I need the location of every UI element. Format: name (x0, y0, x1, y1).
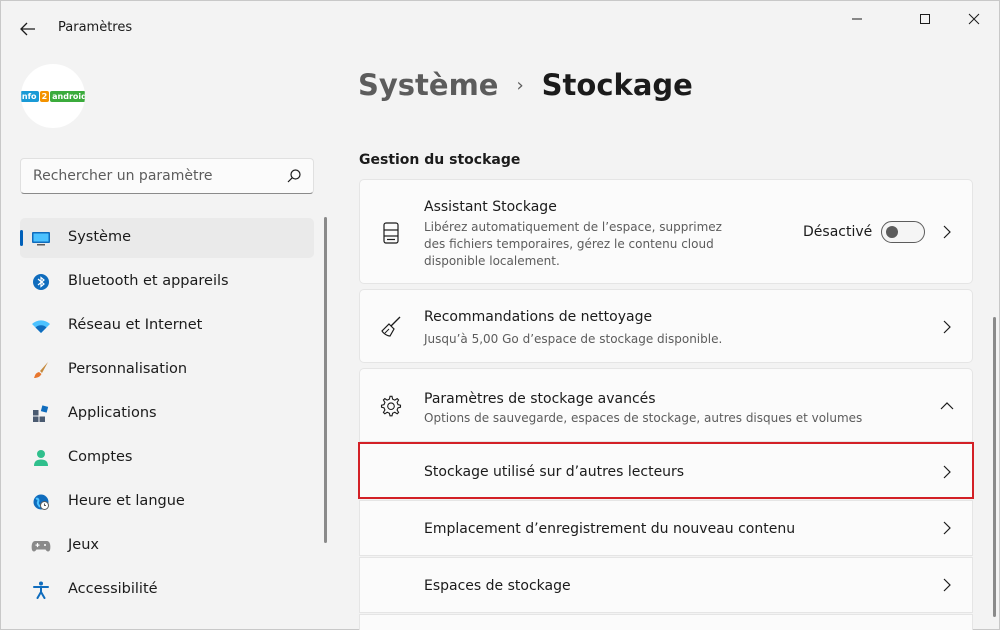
sidebar-item-label: Jeux (68, 537, 99, 553)
apps-icon (31, 405, 51, 423)
sidebar-item-label: Accessibilité (68, 581, 158, 597)
sidebar-item-label: Applications (68, 405, 157, 421)
card-description: Options de sauvegarde, espaces de stocka… (424, 411, 863, 425)
toggle-knob (886, 226, 898, 238)
maximize-button[interactable] (901, 1, 949, 37)
minimize-button[interactable] (833, 1, 881, 37)
highlight-box (358, 442, 974, 499)
logo-part-3: android (50, 90, 85, 102)
card-description: Libérez automatiquement de l’espace, sup… (424, 220, 722, 268)
back-button[interactable] (11, 13, 45, 45)
cleanup-recommendations-card[interactable]: Recommandations de nettoyage Jusqu’à 5,0… (359, 289, 973, 363)
monitor-icon (31, 229, 51, 247)
card-title: Assistant Stockage (424, 199, 557, 215)
wifi-icon (31, 317, 51, 335)
logo-part-2: 2 (39, 90, 50, 102)
chevron-right-icon[interactable] (940, 521, 954, 535)
storage-drive-icon (380, 222, 402, 244)
sidebar-item-systeme[interactable]: Système (20, 218, 314, 258)
row-storage-spaces[interactable]: Espaces de stockage (359, 557, 973, 613)
breadcrumb-parent[interactable]: Système (358, 68, 498, 102)
bluetooth-icon (31, 273, 51, 291)
gamepad-icon (31, 537, 51, 555)
gear-icon (380, 395, 402, 417)
minimize-icon (852, 18, 862, 20)
sidebar-item-accessibilite[interactable]: Accessibilité (20, 570, 314, 610)
row-label: Emplacement d’enregistrement du nouveau … (424, 521, 796, 537)
main-scrollbar[interactable] (993, 317, 996, 617)
sidebar-item-comptes[interactable]: Comptes (20, 438, 314, 478)
toggle-state-label: Désactivé (803, 224, 873, 240)
accessibility-icon (31, 581, 51, 599)
sidebar-nav: Système Bluetooth et appareils Réseau et… (20, 218, 314, 614)
search-input[interactable] (21, 159, 281, 193)
person-icon (31, 449, 51, 467)
sidebar-item-label: Système (68, 229, 131, 245)
broom-icon (380, 316, 402, 338)
sidebar-item-label: Comptes (68, 449, 133, 465)
logo-part-1: info (21, 90, 39, 102)
sidebar-item-label: Bluetooth et appareils (68, 273, 229, 289)
sidebar-item-bluetooth[interactable]: Bluetooth et appareils (20, 262, 314, 302)
sidebar-item-applications[interactable]: Applications (20, 394, 314, 434)
sidebar-item-heure[interactable]: Heure et langue (20, 482, 314, 522)
chevron-right-icon[interactable] (940, 578, 954, 592)
sidebar-scrollbar[interactable] (324, 217, 327, 543)
card-title: Paramètres de stockage avancés (424, 391, 656, 407)
page-title: Stockage (541, 68, 693, 102)
chevron-right-icon[interactable] (940, 320, 954, 334)
storage-sense-card[interactable]: Assistant Stockage Libérez automatiqueme… (359, 179, 973, 284)
avatar[interactable]: info 2 android (21, 64, 85, 128)
app-title: Paramètres (58, 20, 133, 35)
chevron-up-icon[interactable] (940, 399, 954, 413)
close-icon (968, 13, 980, 25)
card-description: Jusqu’à 5,00 Go d’espace de stockage dis… (424, 332, 723, 346)
brush-icon (31, 361, 51, 379)
row-label: Espaces de stockage (424, 578, 571, 594)
section-title: Gestion du stockage (359, 152, 521, 168)
breadcrumb: Système › Stockage (358, 63, 693, 107)
logo: info 2 android (21, 90, 85, 102)
sidebar-item-label: Personnalisation (68, 361, 188, 377)
close-button[interactable] (950, 1, 998, 37)
row-save-location[interactable]: Emplacement d’enregistrement du nouveau … (359, 500, 973, 556)
globe-clock-icon (31, 493, 51, 511)
search-box (20, 158, 314, 194)
chevron-right-icon[interactable] (940, 225, 954, 239)
sidebar-item-label: Réseau et Internet (68, 317, 203, 333)
title-bar: Paramètres (1, 1, 1000, 57)
breadcrumb-separator: › (516, 74, 524, 96)
settings-window: Paramètres info 2 android (0, 0, 1000, 630)
arrow-left-icon (20, 22, 35, 36)
advanced-storage-settings-card[interactable]: Paramètres de stockage avancés Options d… (359, 368, 973, 442)
sidebar-item-personnalisation[interactable]: Personnalisation (20, 350, 314, 390)
storage-sense-toggle[interactable] (881, 221, 925, 243)
sidebar-item-label: Heure et langue (68, 493, 185, 509)
maximize-icon (920, 14, 930, 24)
card-title: Recommandations de nettoyage (424, 309, 653, 325)
row-partial (359, 614, 973, 630)
sidebar-item-jeux[interactable]: Jeux (20, 526, 314, 566)
sidebar-item-reseau[interactable]: Réseau et Internet (20, 306, 314, 346)
search-icon[interactable] (285, 167, 303, 185)
